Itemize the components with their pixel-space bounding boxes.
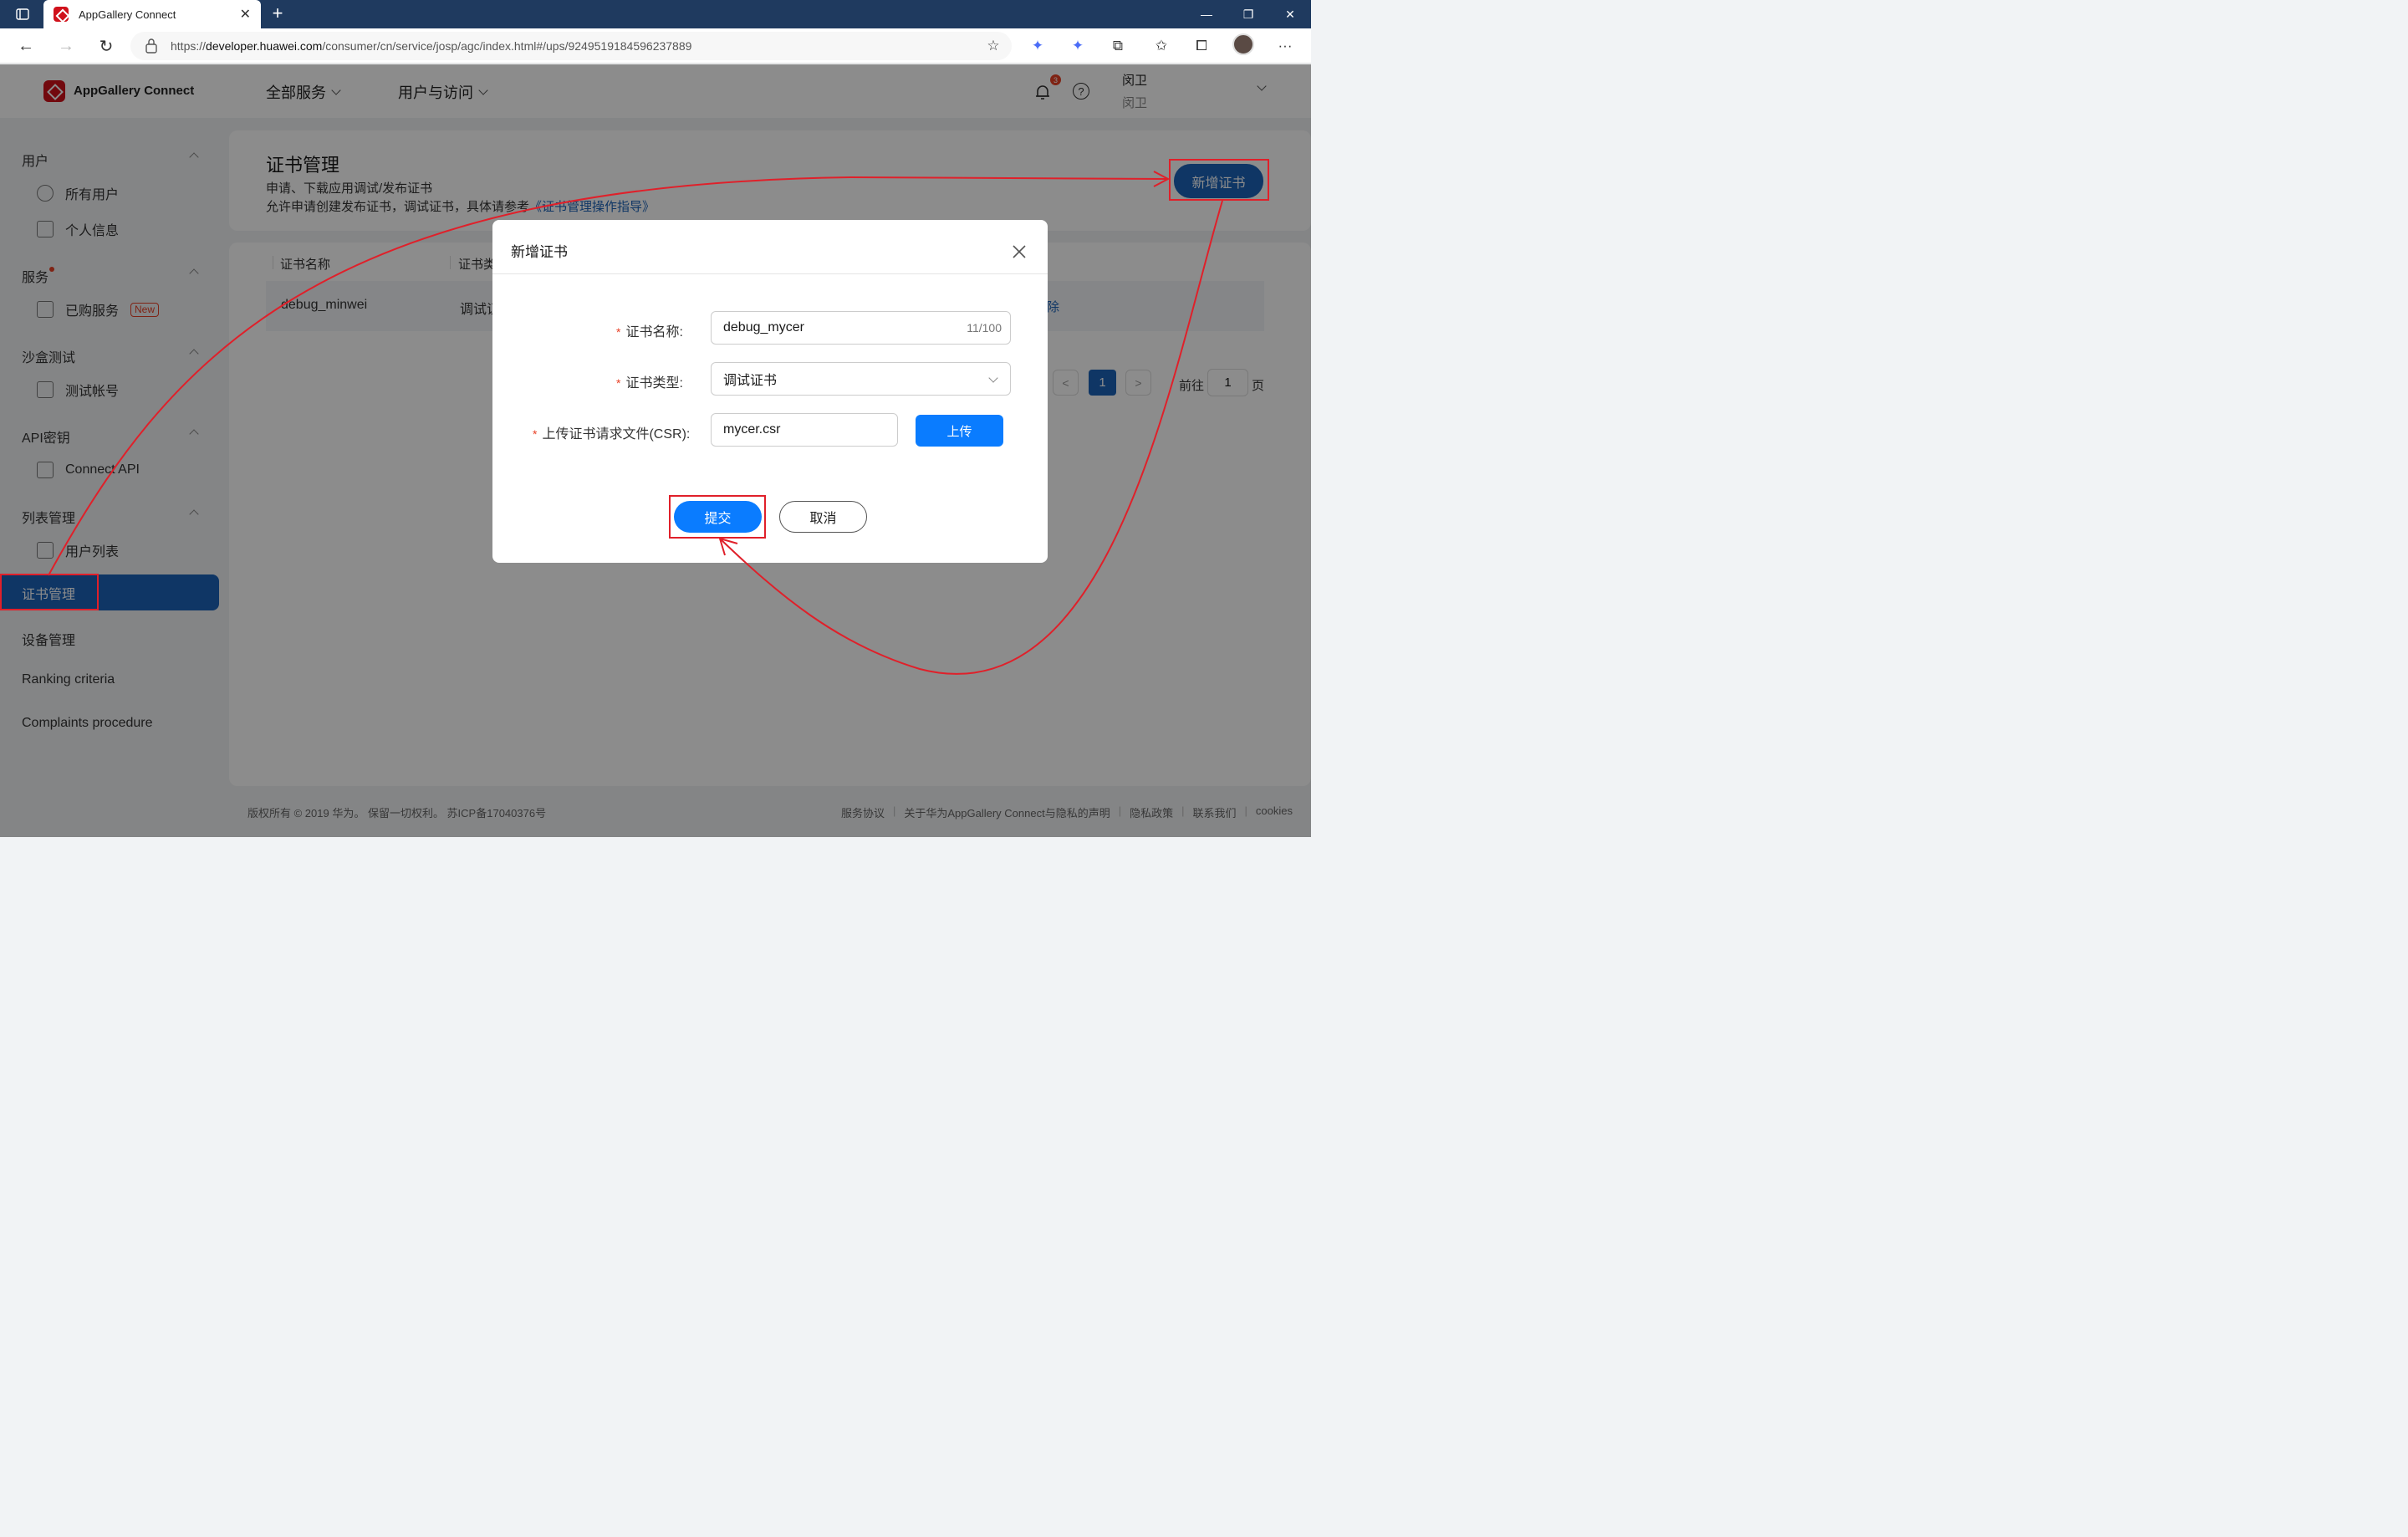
upload-button[interactable]: 上传 (916, 415, 1003, 447)
char-counter: 11/100 (967, 321, 1002, 334)
minimize-button[interactable]: — (1187, 0, 1226, 28)
extensions-icon[interactable]: ⧉ (1107, 35, 1129, 57)
cancel-button[interactable]: 取消 (779, 501, 867, 533)
url-field[interactable]: https://developer.huawei.com/consumer/cn… (130, 32, 1012, 60)
required-mark: * (616, 325, 621, 339)
add-favorite-icon[interactable]: ☆ (982, 35, 1004, 57)
extension-2-icon[interactable]: ✦ (1067, 35, 1089, 57)
more-menu-icon[interactable]: ··· (1274, 35, 1296, 57)
required-mark: * (533, 427, 538, 441)
url-host: developer.huawei.com (206, 39, 323, 53)
add-certificate-dialog: 新增证书 * 证书名称: debug_mycer 11/100 * 证书类型: 调试… (492, 220, 1048, 563)
back-icon[interactable]: ← (13, 33, 38, 59)
appgallery-favicon-icon (54, 7, 69, 22)
new-tab-button[interactable]: + (266, 2, 289, 25)
forward-icon[interactable]: → (54, 33, 79, 59)
refresh-icon[interactable]: ↻ (94, 33, 119, 59)
dialog-title: 新增证书 (511, 244, 568, 260)
highlight-submit (669, 495, 766, 539)
dialog-divider (492, 273, 1048, 274)
csr-file-value: mycer.csr (723, 422, 781, 437)
tab-close-icon[interactable]: ✕ (240, 6, 251, 23)
tab-actions-icon[interactable] (3, 0, 42, 28)
address-bar: ← → ↻ https://developer.huawei.com/consu… (0, 28, 1311, 64)
csr-label: * 上传证书请求文件(CSR): (533, 427, 691, 442)
browser-tab[interactable]: AppGallery Connect ✕ (43, 0, 261, 28)
browser-tabbar: AppGallery Connect ✕ + — ❐ ✕ (0, 0, 1311, 28)
highlight-add-button (1169, 159, 1269, 201)
cert-name-label: * 证书名称: (616, 325, 683, 340)
profile-avatar[interactable] (1232, 33, 1254, 55)
tab-title: AppGallery Connect (79, 8, 176, 21)
highlight-cert-mgmt (0, 574, 99, 610)
collections-icon[interactable]: ⧠ (1191, 35, 1212, 57)
cert-type-label: * 证书类型: (616, 376, 683, 391)
cert-type-select[interactable]: 调试证书 (711, 362, 1011, 396)
cert-name-input[interactable]: debug_mycer 11/100 (711, 311, 1011, 345)
favorites-icon[interactable]: ✩ (1150, 35, 1172, 57)
url-prefix: https:// (171, 39, 207, 53)
restore-button[interactable]: ❐ (1229, 0, 1268, 28)
extension-1-icon[interactable]: ✦ (1027, 35, 1048, 57)
url-path: /consumer/cn/service/josp/agc/index.html… (322, 39, 692, 53)
lock-icon[interactable] (145, 38, 157, 54)
cert-name-value: debug_mycer (723, 320, 804, 334)
window-close-button[interactable]: ✕ (1271, 0, 1309, 28)
chevron-down-icon (988, 373, 998, 383)
required-mark: * (616, 376, 621, 390)
close-icon[interactable] (1011, 243, 1028, 260)
csr-file-input[interactable]: mycer.csr (711, 413, 898, 447)
cert-type-value: 调试证书 (723, 374, 778, 388)
